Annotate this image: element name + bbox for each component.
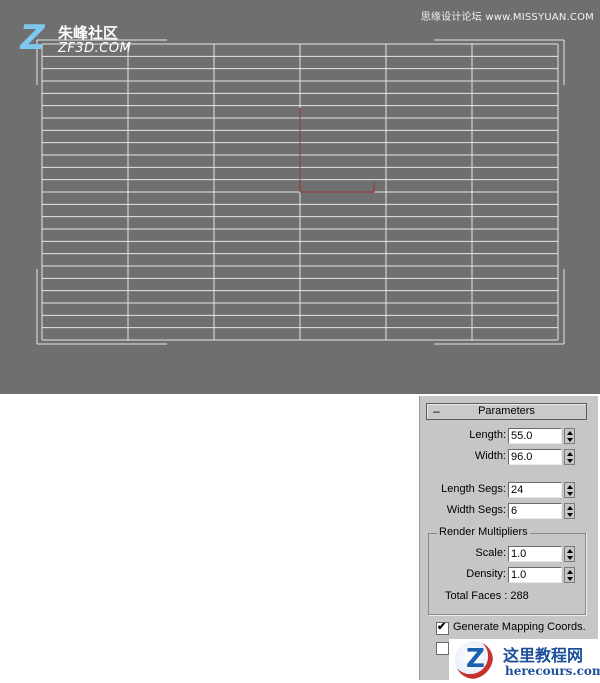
spinner-up-icon[interactable] bbox=[567, 452, 573, 456]
logo-z-glyph: Z bbox=[16, 18, 49, 58]
spinner-up-icon[interactable] bbox=[567, 485, 573, 489]
scale-row: Scale: bbox=[429, 545, 506, 562]
length-spinner[interactable] bbox=[564, 428, 575, 444]
render-multipliers-group: Render Multipliers Scale: 1.0 Density: 1… bbox=[428, 526, 586, 615]
length-segs-field[interactable]: 24 bbox=[508, 482, 562, 498]
width-field[interactable]: 96.0 bbox=[508, 449, 562, 465]
parameters-rollout-header[interactable]: – Parameters bbox=[426, 403, 587, 420]
perspective-viewport[interactable]: Z 朱峰社区 ZF3D.COM 思缘设计论坛 www.MISSYUAN.COM bbox=[0, 0, 600, 394]
width-spinner[interactable] bbox=[564, 449, 575, 465]
spinner-up-icon[interactable] bbox=[567, 431, 573, 435]
logo-chinese-text: 朱峰社区 bbox=[58, 24, 119, 42]
width-segs-field[interactable]: 6 bbox=[508, 503, 562, 519]
scale-field[interactable]: 1.0 bbox=[508, 546, 562, 562]
render-multipliers-title: Render Multipliers bbox=[437, 526, 530, 538]
length-field[interactable]: 55.0 bbox=[508, 428, 562, 444]
scale-label: Scale: bbox=[475, 547, 506, 559]
length-segs-row: Length Segs: bbox=[420, 481, 506, 498]
density-field[interactable]: 1.0 bbox=[508, 567, 562, 583]
generate-mapping-checkbox[interactable]: ✔ bbox=[436, 621, 449, 635]
spinner-up-icon[interactable] bbox=[567, 549, 573, 553]
checkmark-icon: ✔ bbox=[437, 621, 447, 633]
herecours-watermark: Z 这里教程网 herecours.com bbox=[449, 639, 600, 683]
rollout-title: Parameters bbox=[478, 405, 535, 417]
width-row: Width: bbox=[420, 448, 506, 465]
width-label: Width: bbox=[474, 450, 506, 462]
spinner-down-icon[interactable] bbox=[567, 459, 573, 463]
spinner-down-icon[interactable] bbox=[567, 556, 573, 560]
parameters-panel: – Parameters Length: 55.0 Width: 96.0 Le… bbox=[419, 396, 598, 680]
width-segs-spinner[interactable] bbox=[564, 503, 575, 519]
width-segs-row: Width Segs: bbox=[420, 502, 506, 519]
length-segs-spinner[interactable] bbox=[564, 482, 575, 498]
width-segs-label: Width Segs: bbox=[446, 504, 506, 516]
density-label: Density: bbox=[466, 568, 506, 580]
total-faces-readout: Total Faces : 288 bbox=[445, 590, 529, 602]
length-label: Length: bbox=[469, 429, 506, 441]
length-row: Length: bbox=[420, 427, 506, 444]
spinner-down-icon[interactable] bbox=[567, 577, 573, 581]
real-world-map-size-checkbox[interactable] bbox=[436, 642, 449, 655]
spinner-up-icon[interactable] bbox=[567, 506, 573, 510]
missyuan-watermark: 思缘设计论坛 www.MISSYUAN.COM bbox=[420, 12, 594, 23]
logo-english-text: ZF3D.COM bbox=[58, 41, 132, 56]
generate-mapping-label[interactable]: Generate Mapping Coords. bbox=[453, 621, 586, 633]
scale-spinner[interactable] bbox=[564, 546, 575, 562]
spinner-down-icon[interactable] bbox=[567, 492, 573, 496]
watermark-z-glyph: Z bbox=[466, 644, 485, 674]
spinner-down-icon[interactable] bbox=[567, 438, 573, 442]
spinner-up-icon[interactable] bbox=[567, 570, 573, 574]
zf3d-logo-watermark: Z 朱峰社区 ZF3D.COM bbox=[16, 18, 148, 60]
density-row: Density: bbox=[429, 566, 506, 583]
watermark-english-text: herecours.com bbox=[505, 664, 600, 678]
length-segs-label: Length Segs: bbox=[441, 483, 506, 495]
density-spinner[interactable] bbox=[564, 567, 575, 583]
watermark-chinese-text: 这里教程网 bbox=[503, 646, 584, 665]
spinner-down-icon[interactable] bbox=[567, 513, 573, 517]
